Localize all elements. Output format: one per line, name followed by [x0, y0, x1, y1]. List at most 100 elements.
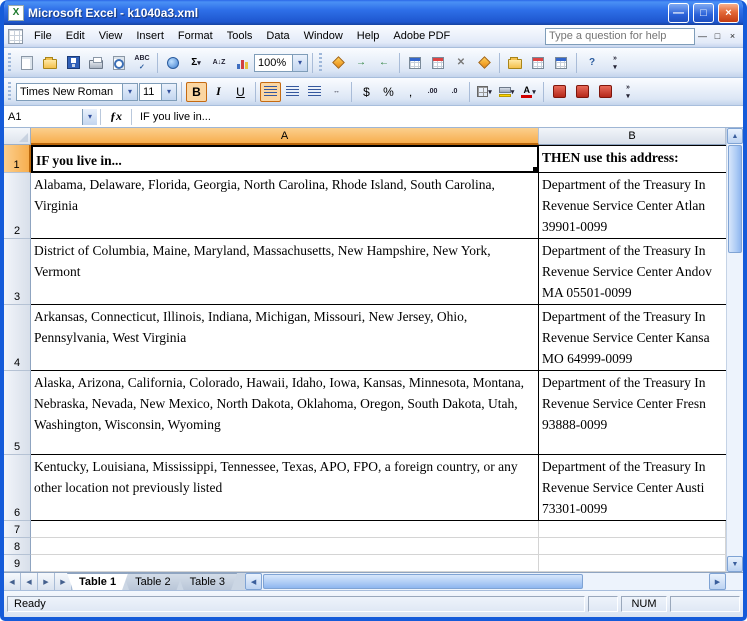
borders-button[interactable]: ▾	[474, 82, 495, 102]
maximize-button[interactable]: □	[693, 3, 714, 23]
cell-B8[interactable]	[539, 538, 726, 555]
print-preview-button[interactable]	[108, 52, 130, 74]
cell-A6[interactable]: Kentucky, Louisiana, Mississippi, Tennes…	[31, 455, 539, 521]
row-header-3[interactable]: 3	[4, 239, 31, 305]
print-button[interactable]	[85, 52, 107, 74]
row-header-1[interactable]: 1	[4, 145, 31, 173]
font-name-select[interactable]: Times New Roman▾	[16, 83, 138, 101]
menu-edit[interactable]: Edit	[59, 27, 92, 45]
tab-first-button[interactable]: ◀	[4, 573, 21, 590]
cell-B3[interactable]: Department of the Treasury In Revenue Se…	[539, 239, 726, 305]
tab-table-2[interactable]: Table 2	[123, 573, 182, 590]
question-help-input[interactable]	[545, 28, 695, 45]
insert-function-button[interactable]: ƒx	[104, 109, 128, 124]
tab-next-button[interactable]: ▶	[38, 573, 55, 590]
toolbar-grip[interactable]	[319, 53, 322, 73]
tab-table-1[interactable]: Table 1	[67, 573, 128, 590]
align-right-button[interactable]	[304, 82, 325, 102]
vertical-scroll-thumb[interactable]	[728, 145, 742, 253]
cell-A2[interactable]: Alabama, Delaware, Florida, Georgia, Nor…	[31, 173, 539, 239]
row-header-9[interactable]: 9	[4, 555, 31, 572]
align-center-button[interactable]	[282, 82, 303, 102]
cell-B4[interactable]: Department of the Treasury In Revenue Se…	[539, 305, 726, 371]
align-left-button[interactable]	[260, 82, 281, 102]
xml-refresh-button[interactable]	[327, 52, 349, 74]
formula-input[interactable]: IF you live in...	[135, 109, 743, 125]
column-header-b[interactable]: B	[539, 128, 726, 145]
row-header-5[interactable]: 5	[4, 371, 31, 455]
sort-ascending-button[interactable]: A↓Z	[208, 52, 230, 74]
fill-color-dropdown-icon[interactable]: ▾	[511, 88, 515, 96]
scroll-down-button[interactable]: ▼	[727, 556, 743, 572]
cell-B6[interactable]: Department of the Treasury In Revenue Se…	[539, 455, 726, 521]
row-header-7[interactable]: 7	[4, 521, 31, 538]
chart-wizard-button[interactable]	[231, 52, 253, 74]
close-button[interactable]: ×	[718, 3, 739, 23]
open-button[interactable]	[39, 52, 61, 74]
workbook-restore-button[interactable]: □	[710, 29, 725, 44]
minimize-button[interactable]: —	[668, 3, 689, 23]
cell-B9[interactable]	[539, 555, 726, 572]
workbook-minimize-button[interactable]: —	[695, 29, 710, 44]
row-header-8[interactable]: 8	[4, 538, 31, 555]
menu-tools[interactable]: Tools	[220, 27, 260, 45]
spelling-button[interactable]: ABC✓	[131, 52, 153, 74]
column-header-a[interactable]: A	[31, 128, 539, 145]
cut-button[interactable]: ✕	[450, 52, 472, 74]
horizontal-scroll-thumb[interactable]	[263, 574, 583, 589]
cell-A3[interactable]: District of Columbia, Maine, Maryland, M…	[31, 239, 539, 305]
borders-dropdown-icon[interactable]: ▾	[488, 88, 492, 96]
menu-file[interactable]: File	[27, 27, 59, 45]
font-size-select[interactable]: 11▾	[139, 83, 177, 101]
bold-button[interactable]: B	[186, 82, 207, 102]
cell-A9[interactable]	[31, 555, 539, 572]
font-size-dropdown-icon[interactable]: ▾	[161, 84, 176, 100]
name-box[interactable]: A1	[4, 109, 82, 125]
toolbar-options-button[interactable]: »▾	[617, 81, 639, 103]
map-properties-button[interactable]	[473, 52, 495, 74]
cell-A4[interactable]: Arkansas, Connecticut, Illinois, Indiana…	[31, 305, 539, 371]
italic-button[interactable]: I	[208, 82, 229, 102]
horizontal-scrollbar[interactable]: ◀ ▶	[245, 573, 726, 590]
new-button[interactable]	[16, 52, 38, 74]
menu-format[interactable]: Format	[171, 27, 220, 45]
help-button[interactable]: ?	[581, 52, 603, 74]
cell-B5[interactable]: Department of the Treasury In Revenue Se…	[539, 371, 726, 455]
cell-A7[interactable]	[31, 521, 539, 538]
hyperlink-button[interactable]	[162, 52, 184, 74]
cell-A5[interactable]: Alaska, Arizona, California, Colorado, H…	[31, 371, 539, 455]
menu-help[interactable]: Help	[350, 27, 387, 45]
toolbar-grip[interactable]	[8, 53, 11, 73]
scroll-left-button[interactable]: ◀	[245, 573, 262, 590]
comma-button[interactable]: ,	[400, 82, 421, 102]
pdf-settings-button[interactable]	[594, 81, 616, 103]
insert-cells-button[interactable]	[404, 52, 426, 74]
data-folder-button[interactable]	[504, 52, 526, 74]
toolbar-grip[interactable]	[8, 82, 11, 102]
row-header-4[interactable]: 4	[4, 305, 31, 371]
select-all-button[interactable]	[4, 128, 31, 145]
pdf-email-button[interactable]	[571, 81, 593, 103]
underline-button[interactable]: U	[230, 82, 251, 102]
merge-center-button[interactable]: ↔	[326, 82, 347, 102]
name-box-dropdown-icon[interactable]: ▾	[82, 109, 97, 125]
font-name-dropdown-icon[interactable]: ▾	[122, 84, 137, 100]
save-button[interactable]	[62, 52, 84, 74]
delete-cells-button[interactable]	[427, 52, 449, 74]
row-header-2[interactable]: 2	[4, 173, 31, 239]
cell-B2[interactable]: Department of the Treasury In Revenue Se…	[539, 173, 726, 239]
menu-data[interactable]: Data	[259, 27, 296, 45]
scroll-up-button[interactable]: ▲	[727, 128, 743, 144]
delete-rows-button[interactable]	[550, 52, 572, 74]
increase-decimal-button[interactable]: .00	[422, 82, 443, 102]
percent-button[interactable]: %	[378, 82, 399, 102]
row-header-6[interactable]: 6	[4, 455, 31, 521]
pdf-convert-button[interactable]	[548, 81, 570, 103]
menu-insert[interactable]: Insert	[129, 27, 171, 45]
cell-B7[interactable]	[539, 521, 726, 538]
insert-rows-button[interactable]	[527, 52, 549, 74]
toolbar-options-button[interactable]: »▾	[604, 52, 626, 74]
zoom-dropdown-icon[interactable]: ▾	[292, 55, 307, 71]
decrease-decimal-button[interactable]: .0	[444, 82, 465, 102]
autosum-button[interactable]: Σ▾	[185, 52, 207, 74]
